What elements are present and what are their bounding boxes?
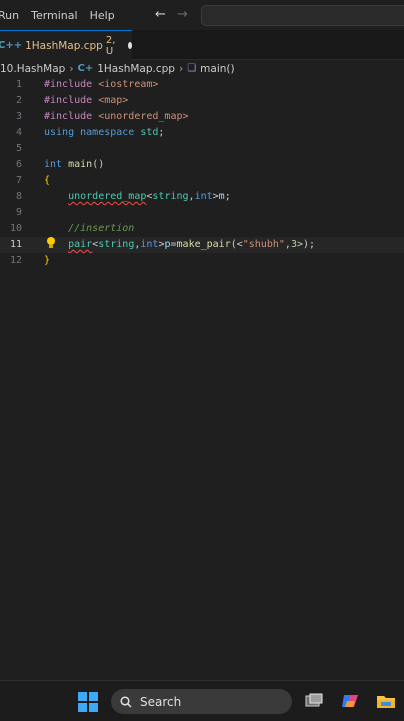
breadcrumb-file[interactable]: 1HashMap.cpp <box>97 63 175 75</box>
menu-terminal[interactable]: Terminal <box>31 9 78 22</box>
search-icon <box>120 695 132 708</box>
code-line: 9 <box>0 205 404 221</box>
code-text[interactable]: using namespace std; <box>44 125 164 141</box>
line-number: 8 <box>15 191 22 202</box>
cube-symbol-icon: ❏ <box>187 63 197 74</box>
code-text[interactable]: #include <map> <box>44 93 128 109</box>
line-number: 2 <box>15 95 22 106</box>
line-number: 3 <box>15 111 22 122</box>
code-text[interactable]: //insertion <box>44 221 134 237</box>
taskbar: Search <box>0 680 404 721</box>
code-line: 2 #include <map> <box>0 93 404 109</box>
command-center-search[interactable] <box>201 5 404 26</box>
breadcrumb-symbol[interactable]: main() <box>200 63 234 75</box>
line-number: 7 <box>15 175 22 186</box>
code-text[interactable]: pair<string,int>p=make_pair(<"shubh",3>)… <box>44 237 315 253</box>
breadcrumb-folder[interactable]: 10.HashMap <box>0 63 65 75</box>
taskbar-search[interactable]: Search <box>111 689 292 714</box>
line-number: 6 <box>15 159 22 170</box>
code-text[interactable]: } <box>44 253 50 269</box>
code-line-active: 11 pair<string,int>p=make_pair(<"shubh",… <box>0 237 404 253</box>
chevron-right-icon: › <box>178 62 184 75</box>
task-view-icon[interactable] <box>304 691 324 711</box>
search-label: Search <box>140 694 182 709</box>
code-editor[interactable]: 1 #include <iostream> 2 #include <map> 3… <box>0 77 404 680</box>
unsaved-dot-icon[interactable] <box>127 42 132 49</box>
code-line: 3 #include <unordered_map> <box>0 109 404 125</box>
code-line: 8 unordered_map<string,int>m; <box>0 189 404 205</box>
arrow-right-icon[interactable]: → <box>177 7 188 22</box>
cpp-file-icon: C+ <box>77 63 94 74</box>
line-number: 9 <box>15 207 22 218</box>
code-text[interactable]: int main() <box>44 157 104 173</box>
arrow-left-icon[interactable]: ← <box>155 7 166 22</box>
menu-bar: Run Terminal Help ← → <box>0 0 404 30</box>
line-number: 5 <box>15 143 22 154</box>
tab-label: 1HashMap.cpp <box>25 39 103 52</box>
line-number: 4 <box>15 127 22 138</box>
tab-1hashmap-cpp[interactable]: C++ 1HashMap.cpp 2, U <box>0 30 132 60</box>
line-number: 11 <box>9 239 22 250</box>
code-text[interactable]: #include <unordered_map> <box>44 109 189 125</box>
code-line: 4 using namespace std; <box>0 125 404 141</box>
code-line: 7 { <box>0 173 404 189</box>
code-text[interactable]: #include <iostream> <box>44 77 158 93</box>
copilot-icon[interactable] <box>340 691 360 711</box>
code-line: 6 int main() <box>0 157 404 173</box>
cpp-file-icon: C++ <box>0 40 23 51</box>
file-explorer-icon[interactable] <box>376 691 396 711</box>
line-number: 10 <box>9 223 22 234</box>
breadcrumb: 10.HashMap › C+ 1HashMap.cpp › ❏ main() <box>0 60 404 77</box>
menu-help[interactable]: Help <box>90 9 115 22</box>
code-text[interactable]: { <box>44 173 50 189</box>
code-text[interactable]: unordered_map<string,int>m; <box>44 189 231 205</box>
line-number: 12 <box>9 255 22 266</box>
code-line: 10 //insertion <box>0 221 404 237</box>
chevron-right-icon: › <box>69 62 74 75</box>
tab-problems-status: 2, U <box>105 34 116 57</box>
menu-run[interactable]: Run <box>0 9 19 22</box>
code-line: 5 <box>0 141 404 157</box>
windows-start-icon[interactable] <box>78 692 98 712</box>
line-number: 1 <box>15 79 22 90</box>
editor-tab-bar: C++ 1HashMap.cpp 2, U <box>0 30 404 60</box>
code-line: 12 } <box>0 253 404 269</box>
lightbulb-icon[interactable] <box>45 236 57 250</box>
code-line: 1 #include <iostream> <box>0 77 404 93</box>
